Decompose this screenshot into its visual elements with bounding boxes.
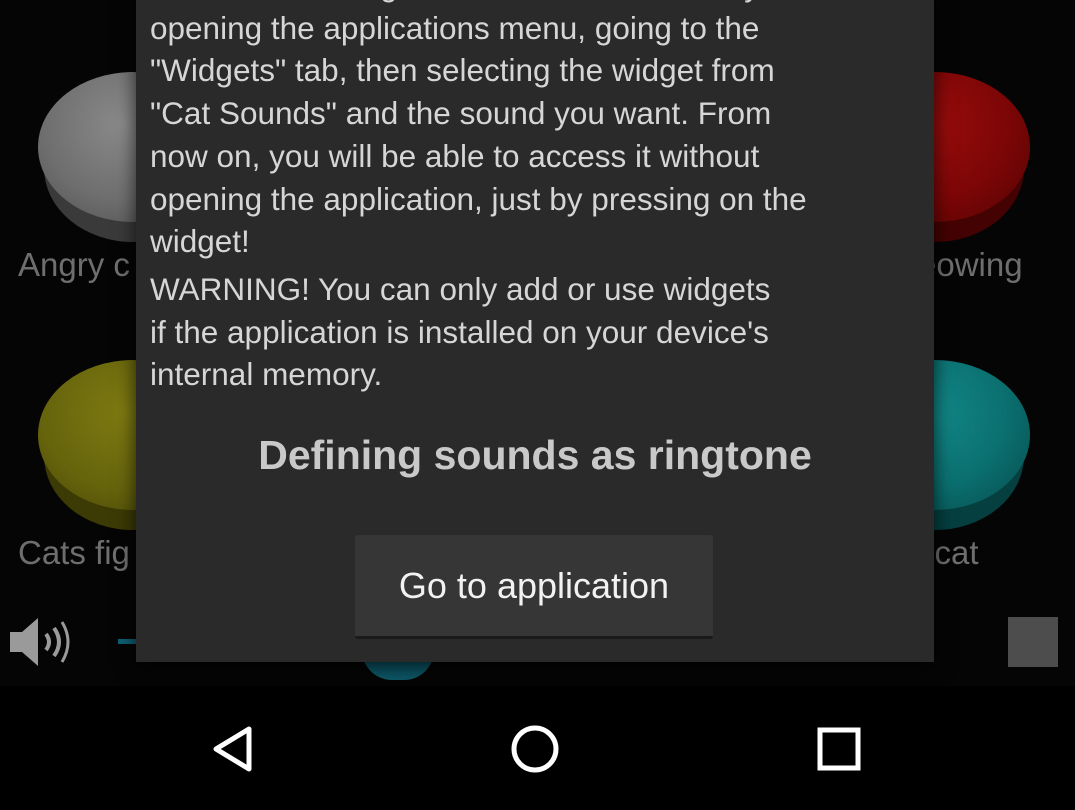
navigation-bar <box>0 686 1075 810</box>
app-screen: Angry c eowing Cats fig l cat You can ad… <box>0 0 1075 810</box>
back-triangle-icon <box>213 726 252 772</box>
nav-back-button[interactable] <box>198 716 268 782</box>
recent-apps-square-icon <box>817 727 861 771</box>
speaker-volume-icon[interactable] <box>6 612 72 672</box>
go-to-application-button[interactable]: Go to application <box>355 535 713 639</box>
nav-home-button[interactable] <box>500 716 570 782</box>
widgets-instructions-text: You can add widgets to the home screen b… <box>150 0 807 260</box>
ringtone-section-heading: Defining sounds as ringtone <box>258 432 812 478</box>
home-circle-icon <box>511 725 559 773</box>
dialog-body: You can add widgets to the home screen b… <box>150 0 926 396</box>
sound-label-cats-fight: Cats fig <box>18 534 130 571</box>
nav-recent-apps-button[interactable] <box>804 716 874 782</box>
stop-button[interactable] <box>1008 617 1058 667</box>
sound-label-angry-cat: Angry c <box>18 246 130 283</box>
warning-text: WARNING! You can only add or use widgets… <box>150 270 771 393</box>
widgets-help-dialog: You can add widgets to the home screen b… <box>136 0 934 662</box>
